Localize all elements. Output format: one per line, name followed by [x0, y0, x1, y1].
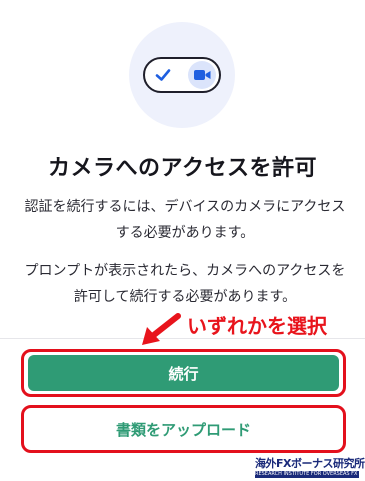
prompt-instruction-text: プロンプトが表示されたら、カメラへのアクセスを許可して続行する必要があります。: [24, 263, 346, 305]
annotation-arrow-icon: [142, 313, 181, 345]
instruction-text: 認証を続行するには、デバイスのカメラにアクセスする必要があります。: [24, 199, 346, 241]
camera-toggle: [143, 57, 221, 93]
camera-permission-illustration: [129, 22, 235, 128]
camera-knob: [188, 61, 216, 89]
annotation-label: いずれかを選択: [187, 314, 327, 338]
continue-highlight: 続行: [21, 349, 346, 397]
watermark-logo: 海外FXボーナス研究所 RESEARCH INSTITUTE FOR OVERS…: [255, 457, 365, 478]
camera-icon: [194, 70, 211, 80]
check-icon: [155, 69, 171, 81]
watermark-subtitle: RESEARCH INSTITUTE FOR OVERSEAS FX BONUS: [255, 471, 359, 478]
page-title: カメラへのアクセスを許可: [48, 156, 317, 181]
upload-document-button[interactable]: 書類をアップロード: [28, 411, 339, 447]
continue-button[interactable]: 続行: [28, 355, 339, 391]
watermark-title: 海外FXボーナス研究所: [255, 457, 365, 470]
upload-highlight: 書類をアップロード: [21, 405, 346, 453]
